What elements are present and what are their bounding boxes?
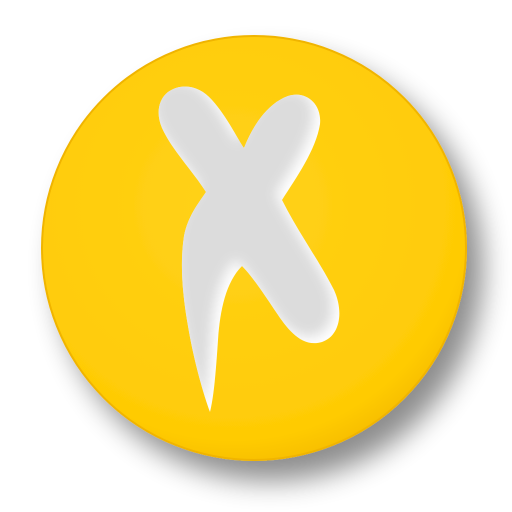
icon-stage: [0, 0, 512, 512]
x-badge-icon[interactable]: [0, 0, 512, 512]
